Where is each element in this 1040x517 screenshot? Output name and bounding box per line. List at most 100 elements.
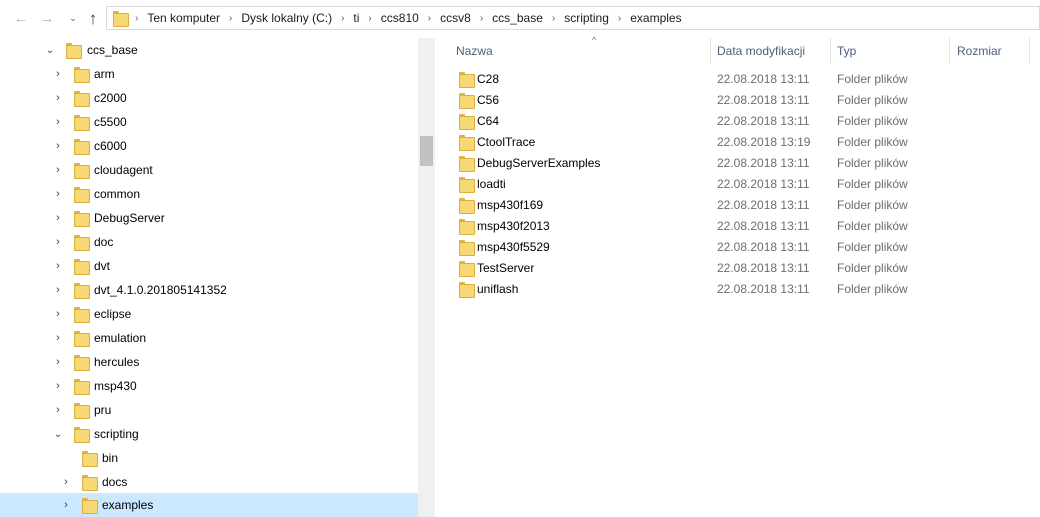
chevron-right-icon[interactable]: ›: [52, 212, 64, 224]
chevron-right-icon[interactable]: ›: [52, 356, 64, 368]
breadcrumb-item[interactable]: ti ›: [353, 11, 380, 25]
chevron-right-icon[interactable]: ›: [52, 284, 64, 296]
tree-item-label: examples: [102, 498, 154, 512]
list-item[interactable]: msp430f169 22.08.2018 13:11 Folder plikó…: [437, 194, 1040, 215]
column-header-size[interactable]: Rozmiar: [957, 38, 1029, 64]
tree-item-debugserver[interactable]: › DebugServer: [0, 206, 418, 230]
tree-item-examples[interactable]: › examples: [0, 493, 418, 517]
chevron-right-icon[interactable]: ›: [52, 116, 64, 128]
tree-item-c2000[interactable]: › c2000: [0, 86, 418, 110]
list-item[interactable]: TestServer 22.08.2018 13:11 Folder plikó…: [437, 257, 1040, 278]
breadcrumb-separator-icon[interactable]: ›: [368, 13, 371, 24]
folder-icon: [74, 114, 90, 131]
breadcrumb-separator-icon[interactable]: ›: [428, 13, 431, 24]
breadcrumb-item[interactable]: Dysk lokalny (C:) ›: [241, 11, 353, 25]
chevron-right-icon[interactable]: ›: [52, 140, 64, 152]
chevron-right-icon[interactable]: ›: [52, 188, 64, 200]
list-item[interactable]: uniflash 22.08.2018 13:11 Folder plików: [437, 278, 1040, 299]
file-name: DebugServerExamples: [477, 156, 601, 170]
chevron-right-icon[interactable]: ›: [52, 380, 64, 392]
breadcrumb-item[interactable]: ccsv8 ›: [440, 11, 492, 25]
folder-icon: [74, 162, 90, 179]
file-type: Folder plików: [837, 114, 908, 128]
folder-icon: [459, 113, 475, 130]
folder-icon: [459, 71, 475, 88]
recent-locations-chevron-icon[interactable]: ⌄: [64, 9, 82, 27]
tree-item-common[interactable]: › common: [0, 182, 418, 206]
column-divider[interactable]: [949, 38, 950, 64]
chevron-right-icon[interactable]: ›: [60, 476, 72, 488]
breadcrumb-separator-icon[interactable]: ›: [341, 13, 344, 24]
forward-arrow-icon[interactable]: →: [38, 9, 56, 27]
tree-item-eclipse[interactable]: › eclipse: [0, 302, 418, 326]
tree-item-emulation[interactable]: › emulation: [0, 326, 418, 350]
tree-item-msp430[interactable]: › msp430: [0, 374, 418, 398]
list-item[interactable]: msp430f5529 22.08.2018 13:11 Folder plik…: [437, 236, 1040, 257]
tree-item-c5500[interactable]: › c5500: [0, 110, 418, 134]
breadcrumb-separator-icon[interactable]: ›: [480, 13, 483, 24]
address-bar[interactable]: › Ten komputer › Dysk lokalny (C:) › ti › c…: [106, 6, 1040, 30]
up-arrow-icon[interactable]: ↑: [84, 9, 102, 27]
chevron-right-icon[interactable]: ›: [52, 260, 64, 272]
chevron-right-icon[interactable]: ›: [52, 308, 64, 320]
breadcrumb-item[interactable]: ccs_base ›: [492, 11, 564, 25]
list-item[interactable]: C28 22.08.2018 13:11 Folder plików: [437, 68, 1040, 89]
breadcrumb-separator-icon[interactable]: ›: [229, 13, 232, 24]
chevron-right-icon[interactable]: ›: [52, 236, 64, 248]
column-divider[interactable]: [710, 38, 711, 64]
tree-item-dvt[interactable]: › dvt: [0, 254, 418, 278]
list-item[interactable]: loadti 22.08.2018 13:11 Folder plików: [437, 173, 1040, 194]
folder-icon: [459, 218, 475, 235]
file-date: 22.08.2018 13:19: [717, 135, 811, 149]
breadcrumb-item[interactable]: scripting ›: [564, 11, 630, 25]
tree-item-scripting[interactable]: ⌄ scripting: [0, 422, 418, 446]
chevron-right-icon[interactable]: ›: [52, 92, 64, 104]
breadcrumb-item[interactable]: examples: [630, 11, 681, 25]
tree-item-bin[interactable]: bin: [0, 446, 418, 470]
chevron-right-icon[interactable]: ›: [52, 332, 64, 344]
breadcrumb-separator-icon[interactable]: ›: [135, 13, 138, 24]
tree-item-dvt-4-1-0[interactable]: › dvt_4.1.0.201805141352: [0, 278, 418, 302]
tree-item-ccs-base[interactable]: ⌄ ccs_base: [0, 38, 418, 62]
list-item[interactable]: DebugServerExamples 22.08.2018 13:11 Fol…: [437, 152, 1040, 173]
chevron-right-icon[interactable]: ›: [60, 499, 72, 511]
list-item[interactable]: msp430f2013 22.08.2018 13:11 Folder plik…: [437, 215, 1040, 236]
column-header-name[interactable]: Nazwa ^: [456, 35, 711, 64]
folder-icon: [74, 330, 90, 347]
tree-item-cloudagent[interactable]: › cloudagent: [0, 158, 418, 182]
column-header-date[interactable]: Data modyfikacji: [717, 38, 830, 64]
folder-icon: [74, 282, 90, 299]
breadcrumb-separator-icon[interactable]: ›: [552, 13, 555, 24]
breadcrumb-item[interactable]: Ten komputer ›: [147, 11, 241, 25]
tree-item-arm[interactable]: › arm: [0, 62, 418, 86]
list-item[interactable]: CtoolTrace 22.08.2018 13:19 Folder plikó…: [437, 131, 1040, 152]
navigation-pane-scrollbar[interactable]: [418, 38, 435, 517]
file-type: Folder plików: [837, 72, 908, 86]
sort-ascending-icon: ^: [592, 35, 597, 45]
file-type: Folder plików: [837, 156, 908, 170]
breadcrumb-separator-icon[interactable]: ›: [618, 13, 621, 24]
tree-item-docs[interactable]: › docs: [0, 470, 418, 494]
tree-item-pru[interactable]: › pru: [0, 398, 418, 422]
chevron-right-icon[interactable]: ›: [52, 68, 64, 80]
breadcrumb-item[interactable]: ccs810 ›: [381, 11, 440, 25]
scrollbar-thumb[interactable]: [420, 136, 433, 166]
list-item[interactable]: C64 22.08.2018 13:11 Folder plików: [437, 110, 1040, 131]
column-divider[interactable]: [1029, 38, 1030, 64]
column-divider[interactable]: [830, 38, 831, 64]
list-item[interactable]: C56 22.08.2018 13:11 Folder plików: [437, 89, 1040, 110]
tree-item-label: docs: [102, 475, 128, 489]
chevron-down-icon[interactable]: ⌄: [52, 428, 64, 440]
folder-icon: [74, 426, 90, 443]
tree-item-hercules[interactable]: › hercules: [0, 350, 418, 374]
folder-icon: [74, 378, 90, 395]
column-header-type[interactable]: Typ: [837, 38, 949, 64]
chevron-down-icon[interactable]: ⌄: [44, 44, 56, 56]
tree-item-doc[interactable]: › doc: [0, 230, 418, 254]
back-arrow-icon[interactable]: ←: [12, 9, 30, 27]
chevron-right-icon[interactable]: ›: [52, 404, 64, 416]
chevron-right-icon[interactable]: ›: [52, 164, 64, 176]
folder-icon: [74, 90, 90, 107]
tree-item-c6000[interactable]: › c6000: [0, 134, 418, 158]
tree-item-label: ccs_base: [87, 43, 138, 57]
